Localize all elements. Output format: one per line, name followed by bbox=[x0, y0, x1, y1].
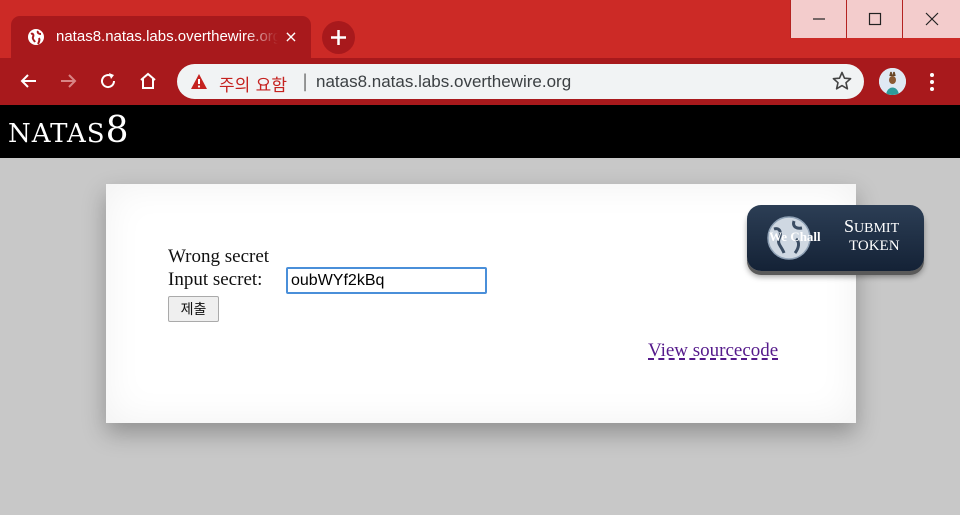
site-header: NATAS8 bbox=[0, 105, 960, 158]
view-source-link[interactable]: View sourcecode bbox=[648, 340, 778, 362]
reload-icon bbox=[101, 73, 116, 89]
maximize-button[interactable] bbox=[846, 0, 902, 38]
submit-token-line2: token bbox=[849, 238, 900, 255]
reload-button[interactable] bbox=[94, 67, 122, 95]
close-window-icon bbox=[925, 12, 938, 26]
token-word: token bbox=[849, 238, 900, 254]
address-bar[interactable]: 주의 요함 | natas8.natas.labs.overthewire.or… bbox=[177, 64, 864, 99]
logo-level-number: 8 bbox=[105, 110, 129, 151]
back-button[interactable] bbox=[15, 67, 43, 95]
submit-token-word: ubmit bbox=[854, 221, 900, 236]
plus-icon bbox=[331, 30, 346, 45]
secret-input[interactable] bbox=[286, 267, 487, 294]
new-tab-button[interactable] bbox=[322, 21, 355, 54]
content-panel: Wrong secret Input secret: 제출 View sourc… bbox=[106, 184, 856, 423]
site-logo: NATAS8 bbox=[8, 110, 129, 151]
globe-icon bbox=[28, 29, 44, 45]
forward-arrow-icon bbox=[61, 74, 77, 88]
result-message: Wrong secret bbox=[168, 246, 270, 267]
wechall-submit-token-button[interactable]: We Chall Submit token bbox=[747, 205, 924, 271]
profile-picture-icon bbox=[879, 68, 906, 95]
tab-title: natas8.natas.labs.overthewire.org bbox=[56, 28, 278, 45]
home-icon bbox=[140, 72, 156, 89]
browser-tab[interactable]: natas8.natas.labs.overthewire.org × bbox=[11, 16, 311, 58]
logo-text: NATAS bbox=[8, 119, 106, 149]
back-arrow-icon bbox=[20, 74, 36, 88]
browser-toolbar: 주의 요함 | natas8.natas.labs.overthewire.or… bbox=[0, 58, 960, 105]
minimize-button[interactable] bbox=[790, 0, 846, 38]
more-menu-icon[interactable] bbox=[922, 70, 942, 94]
maximize-icon bbox=[868, 12, 881, 26]
submit-token-line1: Submit bbox=[844, 216, 900, 236]
url-text[interactable]: natas8.natas.labs.overthewire.org bbox=[316, 72, 571, 92]
close-icon[interactable]: × bbox=[281, 27, 301, 47]
minimize-icon bbox=[812, 18, 825, 20]
home-button[interactable] bbox=[134, 67, 162, 95]
close-window-button[interactable] bbox=[902, 0, 960, 38]
avatar[interactable] bbox=[879, 68, 906, 95]
input-secret-label: Input secret: bbox=[168, 269, 263, 290]
star-icon[interactable] bbox=[832, 71, 852, 91]
security-warning[interactable]: 주의 요함 bbox=[219, 71, 287, 96]
forward-button[interactable] bbox=[54, 67, 82, 95]
warning-icon bbox=[191, 74, 207, 89]
omnibox-separator: | bbox=[302, 71, 309, 92]
submit-button[interactable]: 제출 bbox=[168, 296, 219, 322]
browser-titlebar: natas8.natas.labs.overthewire.org × bbox=[0, 0, 960, 58]
wechall-logo-text: We Chall bbox=[769, 229, 821, 244]
